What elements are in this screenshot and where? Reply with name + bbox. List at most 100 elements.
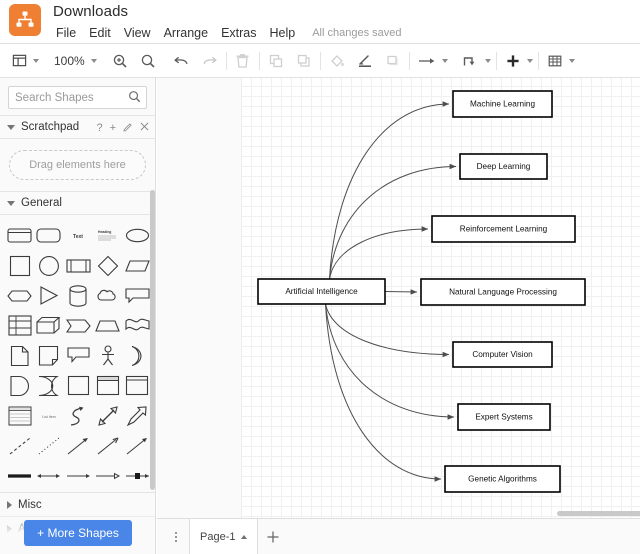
search-icon[interactable] [128, 90, 141, 108]
shape-concave-icon[interactable] [35, 373, 62, 398]
scratchpad-header[interactable]: Scratchpad ? + [0, 115, 155, 139]
diagram-node[interactable]: Deep Learning [459, 153, 548, 180]
diagram-node[interactable]: Reinforcement Learning [431, 215, 576, 243]
connection-arrow-icon[interactable] [415, 49, 439, 73]
zoom-level-label[interactable]: 100% [51, 54, 88, 68]
chevron-right-icon[interactable] [7, 548, 12, 554]
sidebar-scrollbar[interactable] [150, 190, 155, 490]
connection-dropdown-caret[interactable] [441, 58, 448, 63]
shape-wave-icon[interactable] [124, 313, 151, 338]
shape-rect-plain-icon[interactable] [65, 373, 92, 398]
panels-layout-icon[interactable] [8, 49, 30, 73]
line-arrow-open-icon[interactable] [94, 433, 121, 458]
diagram-node[interactable]: Computer Vision [452, 341, 553, 368]
shape-heading-icon[interactable]: Heading [94, 223, 121, 248]
shape-triangle-icon[interactable] [35, 283, 62, 308]
menu-arrange[interactable]: Arrange [158, 25, 214, 41]
shape-crescent-icon[interactable] [124, 343, 151, 368]
canvas-horizontal-scrollbar[interactable] [557, 511, 640, 516]
diagram-edge[interactable] [384, 289, 418, 295]
shape-hexagon-icon[interactable] [6, 283, 33, 308]
undo-icon[interactable] [171, 49, 193, 73]
diagram-node[interactable]: Artificial Intelligence [257, 278, 386, 305]
diagram-edge[interactable] [325, 303, 450, 358]
menu-edit[interactable]: Edit [83, 25, 117, 41]
shape-curved-arrow-icon[interactable] [65, 403, 92, 428]
shape-circle-icon[interactable] [35, 253, 62, 278]
line-bidirectional-icon[interactable] [35, 463, 62, 488]
line-color-icon[interactable] [354, 49, 376, 73]
search-box[interactable] [8, 86, 147, 109]
line-thick-icon[interactable] [6, 463, 33, 488]
chevron-right-icon[interactable] [7, 500, 12, 509]
search-input[interactable] [9, 87, 127, 108]
shape-cylinder-icon[interactable] [65, 283, 92, 308]
shape-half-circle-icon[interactable] [6, 373, 33, 398]
shape-callout-icon[interactable] [124, 283, 151, 308]
menu-view[interactable]: View [118, 25, 157, 41]
diagram-edge[interactable] [325, 303, 442, 482]
diagram-nodes[interactable]: Artificial Intelligence Machine Learning D… [257, 90, 586, 493]
shape-cloud-icon[interactable] [94, 283, 121, 308]
shape-rounded-rect-icon[interactable] [35, 223, 62, 248]
shape-note-icon[interactable] [35, 343, 62, 368]
shape-document-icon[interactable] [6, 343, 33, 368]
zoom-in-icon[interactable] [109, 49, 131, 73]
chevron-down-icon[interactable] [7, 124, 15, 130]
line-dashed-icon[interactable] [6, 433, 33, 458]
shape-block-arrow-icon[interactable] [124, 403, 151, 428]
table-dropdown-caret[interactable] [568, 58, 575, 63]
shape-table-icon[interactable] [6, 313, 33, 338]
menu-file[interactable]: File [50, 25, 82, 41]
shape-cube-icon[interactable] [35, 313, 62, 338]
kebab-menu-icon[interactable] [163, 531, 189, 542]
shape-square-icon[interactable] [6, 253, 33, 278]
menu-extras[interactable]: Extras [215, 25, 262, 41]
shape-double-arrow-icon[interactable] [94, 403, 121, 428]
close-icon[interactable] [140, 122, 149, 134]
diagram-node[interactable]: Machine Learning [452, 90, 553, 118]
shape-text-icon[interactable]: Text [65, 223, 92, 248]
shape-trapezoid-icon[interactable] [94, 313, 121, 338]
shape-titled-container-icon[interactable] [94, 373, 121, 398]
pencil-icon[interactable] [123, 122, 133, 135]
diagram-canvas[interactable]: Artificial Intelligence Machine Learning D… [157, 78, 640, 518]
shape-rounded-rect-header-icon[interactable] [6, 223, 33, 248]
panels-dropdown-caret[interactable] [33, 58, 39, 63]
insert-plus-icon[interactable] [502, 49, 524, 73]
line-square-endpoint-icon[interactable] [124, 463, 151, 488]
line-arrow-solid-icon[interactable] [65, 433, 92, 458]
diagram-edge[interactable] [329, 226, 429, 280]
line-arrow-thin-icon[interactable] [124, 433, 151, 458]
shape-double-rect-icon[interactable] [124, 373, 151, 398]
page-tab-page-1[interactable]: Page-1 [189, 518, 259, 554]
insert-dropdown-caret[interactable] [526, 58, 533, 63]
diagram-node[interactable]: Genetic Algorithms [444, 465, 561, 493]
diagram-node[interactable]: Expert Systems [457, 403, 551, 431]
table-icon[interactable] [544, 49, 566, 73]
diagram-edge[interactable] [329, 101, 450, 280]
waypoints-icon[interactable] [460, 49, 482, 73]
zoom-dropdown-caret[interactable] [90, 58, 97, 63]
chevron-down-icon[interactable] [7, 200, 15, 206]
shape-parallelogram-icon[interactable] [124, 253, 151, 278]
diagram-node[interactable]: Natural Language Processing [420, 278, 586, 306]
shape-list-box-icon[interactable] [6, 403, 33, 428]
zoom-out-icon[interactable] [137, 49, 159, 73]
shape-chevron-icon[interactable] [65, 313, 92, 338]
help-icon[interactable]: ? [96, 122, 102, 134]
shape-speech-bubble-icon[interactable] [65, 343, 92, 368]
line-arrow-hollow-icon[interactable] [94, 463, 121, 488]
more-shapes-button[interactable]: + More Shapes [24, 520, 132, 546]
diagram-graph[interactable]: Artificial Intelligence Machine Learning D… [157, 78, 640, 518]
sidebar-category-misc[interactable]: Misc [0, 492, 155, 516]
shape-ellipse-icon[interactable] [124, 223, 151, 248]
line-dotted-icon[interactable] [35, 433, 62, 458]
chevron-up-icon[interactable] [241, 534, 248, 539]
waypoints-dropdown-caret[interactable] [484, 58, 491, 63]
line-arrow-right-icon[interactable] [65, 463, 92, 488]
shape-list-item-icon[interactable]: List Item [35, 403, 62, 428]
menu-help[interactable]: Help [264, 25, 302, 41]
add-page-button[interactable] [258, 519, 288, 554]
shape-process-icon[interactable] [65, 253, 92, 278]
